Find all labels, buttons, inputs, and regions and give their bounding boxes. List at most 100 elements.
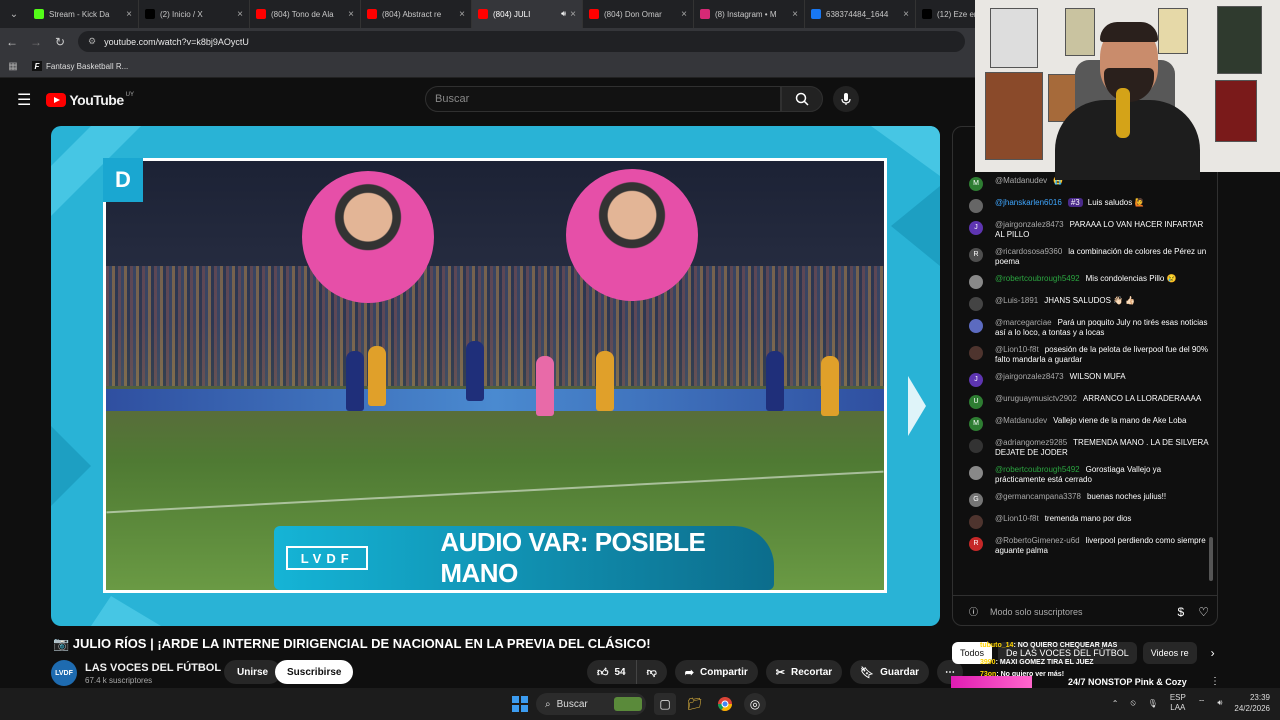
- chat-avatar[interactable]: J: [969, 221, 983, 235]
- chat-avatar[interactable]: U: [969, 395, 983, 409]
- chat-avatar[interactable]: [969, 275, 983, 289]
- chat-avatar[interactable]: [969, 515, 983, 529]
- chat-author[interactable]: @uruguaymusictv2902: [995, 394, 1077, 403]
- taskbar-search[interactable]: ⌕ Buscar: [536, 693, 646, 715]
- chat-message[interactable]: J @jairgonzalez8473 WILSON MUFA: [953, 369, 1217, 391]
- chat-author[interactable]: @Lion10-f8t: [995, 514, 1039, 523]
- chat-message[interactable]: @robertcoubrough5492 Gorostiaga Vallejo y…: [953, 462, 1217, 489]
- subscribe-button[interactable]: Suscribirse: [275, 660, 354, 684]
- channel-name[interactable]: LAS VOCES DEL FÚTBOL: [85, 662, 221, 674]
- chat-message[interactable]: R @ricardososa9360 la combinación de color…: [953, 244, 1217, 271]
- reload-icon[interactable]: ↻: [48, 35, 72, 49]
- chat-message-list[interactable]: M @Matdanudev 😭 @jhanskarlen6016 #3 Luis salu…: [953, 173, 1217, 595]
- browser-tab[interactable]: (8) Instagram • M ×: [694, 0, 805, 28]
- chat-scrollbar[interactable]: [1209, 537, 1213, 581]
- close-tab-icon[interactable]: ×: [348, 9, 354, 20]
- chevron-up-icon[interactable]: ⌃: [1112, 699, 1119, 708]
- chat-author[interactable]: @germancampana3378: [995, 492, 1081, 501]
- browser-tab[interactable]: 638374484_1644 ×: [805, 0, 916, 28]
- chat-message[interactable]: @robertcoubrough5492 Mis condolencias Pil…: [953, 271, 1217, 293]
- chat-author[interactable]: @RobertoGimenez-u6d: [995, 536, 1080, 545]
- info-icon[interactable]: ⓘ: [969, 605, 978, 618]
- audio-playing-icon[interactable]: 🔊︎: [561, 9, 566, 19]
- more-vert-icon[interactable]: ⋮: [1210, 676, 1220, 687]
- chat-message[interactable]: @jhanskarlen6016 #3 Luis saludos 🙋: [953, 195, 1217, 217]
- chat-author[interactable]: @Lion10-f8t: [995, 345, 1039, 354]
- site-info-icon[interactable]: ⚙: [88, 36, 96, 47]
- back-arrow-icon[interactable]: ←: [0, 35, 24, 49]
- system-clock[interactable]: 23:39 24/2/2026: [1234, 692, 1270, 714]
- close-tab-icon[interactable]: ×: [903, 9, 909, 20]
- taskview-icon[interactable]: ▢: [654, 693, 676, 715]
- chat-avatar[interactable]: R: [969, 248, 983, 262]
- chat-author[interactable]: @jairgonzalez8473: [995, 372, 1064, 381]
- chat-avatar[interactable]: [969, 297, 983, 311]
- windows-start-icon[interactable]: [512, 696, 528, 712]
- browser-tab[interactable]: (804) Abstract re ×: [361, 0, 472, 28]
- chat-avatar[interactable]: R: [969, 537, 983, 551]
- dislike-button[interactable]: 👎︎: [637, 666, 667, 678]
- promo-text[interactable]: 24/7 NONSTOP Pink & Cozy: [1068, 677, 1187, 687]
- share-button[interactable]: ➦ Compartir: [674, 660, 758, 684]
- forward-arrow-icon[interactable]: →: [24, 35, 48, 49]
- youtube-logo[interactable]: YouTube UY: [46, 92, 134, 108]
- chat-author[interactable]: @Matdanudev: [995, 176, 1047, 185]
- menu-hamburger-icon[interactable]: ☰: [17, 90, 31, 110]
- url-field[interactable]: ⚙ youtube.com/watch?v=k8bj9AOyctU: [78, 31, 965, 52]
- like-button[interactable]: 👍︎ 54: [587, 660, 637, 684]
- chat-message[interactable]: @adriangomez9285 TREMENDA MANO . LA DE SI…: [953, 435, 1217, 462]
- chat-author[interactable]: @adriangomez9285: [995, 438, 1067, 447]
- chat-message[interactable]: @marcegarciae Pará un poquito July no tir…: [953, 315, 1217, 342]
- chat-avatar[interactable]: J: [969, 373, 983, 387]
- heart-icon[interactable]: ♡: [1198, 605, 1209, 619]
- close-tab-icon[interactable]: ×: [792, 9, 798, 20]
- chat-avatar[interactable]: M: [969, 177, 983, 191]
- close-tab-icon[interactable]: ×: [459, 9, 465, 20]
- file-explorer-icon[interactable]: 📁︎: [684, 693, 706, 715]
- search-button[interactable]: [781, 86, 823, 112]
- chat-message[interactable]: U @uruguaymusictv2902 ARRANCO LA LLORADERA…: [953, 391, 1217, 413]
- browser-tab[interactable]: (804) Don Omar ×: [583, 0, 694, 28]
- chip-videos[interactable]: Videos re: [1142, 642, 1197, 664]
- chat-message[interactable]: @Luis-1891 JHANS SALUDOS 👋🏻 👍🏻: [953, 293, 1217, 315]
- chat-message[interactable]: J @jairgonzalez8473 PARAAA LO VAN HACER IN…: [953, 217, 1217, 244]
- close-tab-icon[interactable]: ×: [126, 9, 132, 20]
- chat-author[interactable]: @jairgonzalez8473: [995, 220, 1064, 229]
- bookmark-fantasy-basketball[interactable]: F Fantasy Basketball R...: [32, 61, 128, 71]
- save-button[interactable]: 🔖︎ Guardar: [850, 660, 930, 684]
- chat-avatar[interactable]: [969, 466, 983, 480]
- close-tab-icon[interactable]: ×: [570, 9, 576, 20]
- volume-icon[interactable]: 🔊︎: [1217, 698, 1222, 708]
- chat-author[interactable]: @robertcoubrough5492: [995, 274, 1080, 283]
- channel-avatar[interactable]: LVDF: [51, 660, 77, 686]
- obs-icon[interactable]: ◎: [744, 693, 766, 715]
- chat-avatar[interactable]: [969, 346, 983, 360]
- chevron-right-icon[interactable]: ›: [1211, 646, 1215, 660]
- chat-avatar[interactable]: G: [969, 493, 983, 507]
- network-off-icon[interactable]: ⦸: [1130, 698, 1135, 708]
- chat-author[interactable]: @ricardososa9360: [995, 247, 1062, 256]
- clip-button[interactable]: ✂ Recortar: [765, 660, 843, 684]
- apps-grid-icon[interactable]: ▦: [0, 61, 26, 72]
- chat-author[interactable]: @marcegarciae: [995, 318, 1052, 327]
- chat-author[interactable]: @jhanskarlen6016: [995, 198, 1062, 207]
- wifi-icon[interactable]: ⌔: [1198, 698, 1206, 708]
- chat-message[interactable]: @Lion10-f8t tremenda mano por dios: [953, 511, 1217, 533]
- chat-message[interactable]: @Lion10-f8t posesión de la pelota de live…: [953, 342, 1217, 369]
- chat-avatar[interactable]: [969, 319, 983, 333]
- browser-tab[interactable]: (2) Inicio / X ×: [139, 0, 250, 28]
- chat-author[interactable]: @Luis-1891: [995, 296, 1038, 305]
- chat-author[interactable]: @Matdanudev: [995, 416, 1047, 425]
- chat-message[interactable]: M @Matdanudev Vallejo viene de la mano de …: [953, 413, 1217, 435]
- chat-author[interactable]: @robertcoubrough5492: [995, 465, 1080, 474]
- channel-info[interactable]: LVDF LAS VOCES DEL FÚTBOL 67.4 k suscrip…: [51, 660, 221, 686]
- tab-search-chevron-icon[interactable]: ⌄: [0, 0, 28, 28]
- close-tab-icon[interactable]: ×: [237, 9, 243, 20]
- chat-avatar[interactable]: M: [969, 417, 983, 431]
- super-chat-icon[interactable]: $: [1178, 605, 1185, 619]
- microphone-tray-icon[interactable]: 🎙︎: [1148, 699, 1158, 708]
- voice-search-button[interactable]: [833, 86, 859, 112]
- search-input[interactable]: Buscar: [425, 86, 781, 112]
- language-indicator[interactable]: ESP LAA: [1170, 693, 1186, 713]
- close-tab-icon[interactable]: ×: [681, 9, 687, 20]
